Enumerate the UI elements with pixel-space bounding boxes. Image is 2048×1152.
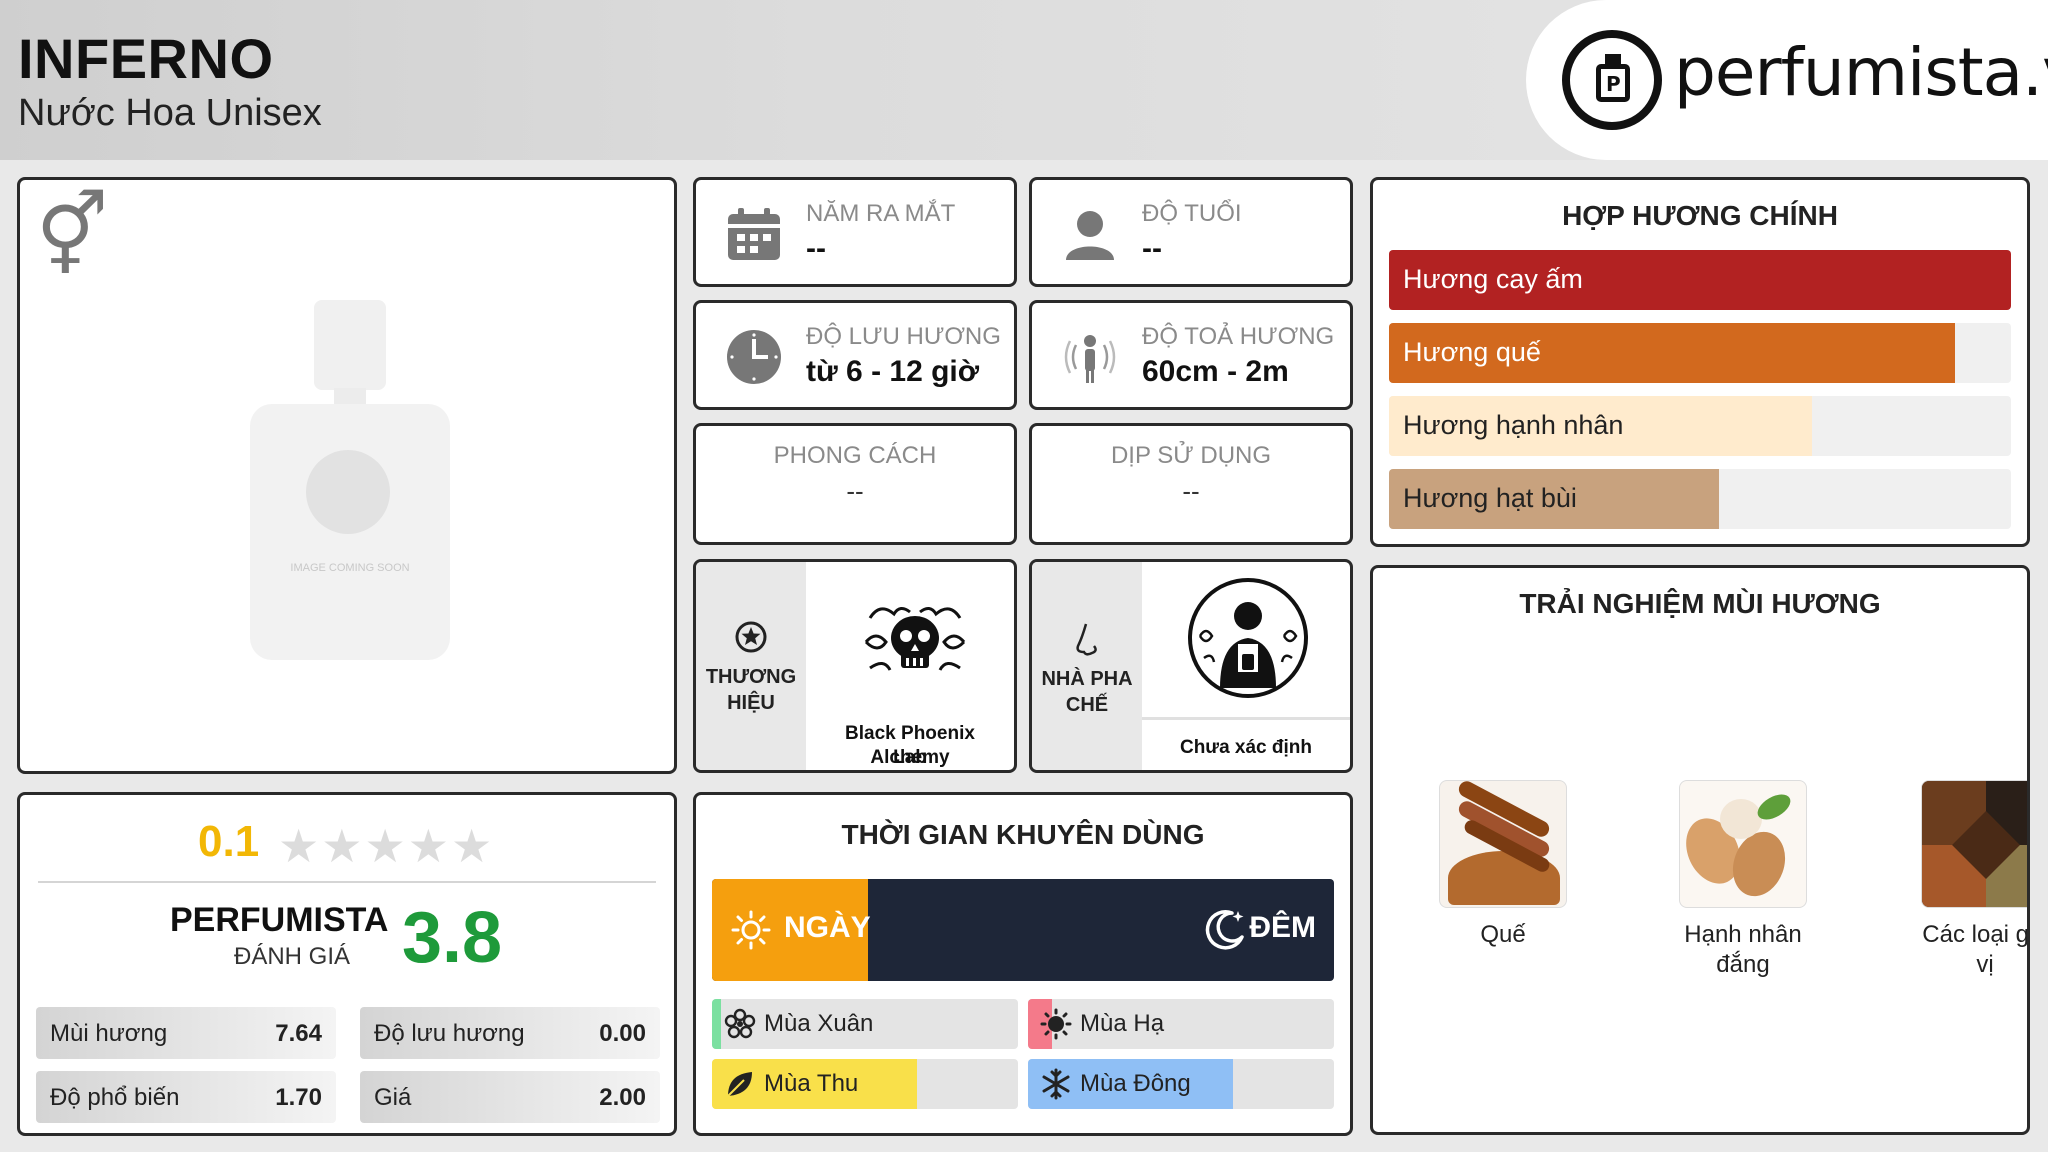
perfume-bottle-icon: P [1562, 30, 1662, 130]
user-rating-score: 0.1 [198, 817, 260, 866]
product-image-panel: ⚥ IMAGE COMING SOON [17, 177, 677, 774]
age-label: ĐỘ TUỔI [1142, 200, 1242, 227]
sillage-card: ĐỘ TOẢ HƯƠNG 60cm - 2m [1029, 300, 1353, 410]
perfumer-label-line2: CHẾ [1065, 694, 1109, 716]
accord-label: Hương hạt bùi [1403, 483, 1577, 513]
metric-popularity: Độ phổ biến 1.70 [36, 1071, 336, 1123]
rating-panel: 0.1 ★★★★★ PERFUMISTA ĐÁNH GIÁ 3.8 Mùi hư… [17, 792, 677, 1136]
accord-item[interactable]: Hương hạt bùi [1389, 469, 2011, 529]
age-value: -- [1142, 232, 1162, 265]
perfumista-score: 3.8 [402, 898, 503, 978]
perfume-subtitle: Nước Hoa Unisex [18, 92, 322, 134]
perfumer-avatar-icon [1188, 578, 1308, 698]
star-rating-icons[interactable]: ★★★★★ [278, 819, 494, 873]
perfumer-card[interactable]: NHÀ PHA CHẾ Chưa xác định [1029, 559, 1353, 773]
accord-item[interactable]: Hương hạnh nhân [1389, 396, 2011, 456]
product-image-placeholder: IMAGE COMING SOON [250, 300, 450, 660]
accord-item[interactable]: Hương quế [1389, 323, 2011, 383]
recommended-time-panel: THỜI GIAN KHUYÊN DÙNG NGÀY ĐÊM Mùa Xuân … [693, 792, 1353, 1136]
sillage-value: 60cm - 2m [1142, 355, 1289, 388]
occasion-value: -- [1182, 476, 1200, 506]
perfumer-label-line1: NHÀ PHA [1041, 668, 1133, 690]
note-spices-label-line1: Các loại gia [1922, 921, 2030, 948]
brand-logo[interactable]: P perfumista.vn [1526, 0, 2048, 160]
note-bitter-almond[interactable]: Hạnh nhân đắng [1643, 780, 1843, 980]
metric-price: Giá 2.00 [360, 1071, 660, 1123]
spices-image [1921, 780, 2027, 908]
scent-experience-panel: TRẢI NGHIỆM MÙI HƯƠNG Quế Hạnh nhân đắng [1370, 565, 2030, 1135]
perfume-title: INFERNO [18, 27, 274, 90]
release-year-card: NĂM RA MẮT -- [693, 177, 1017, 287]
release-year-label: NĂM RA MẮT [806, 200, 956, 227]
star-badge-icon [735, 621, 767, 653]
release-year-value: -- [806, 232, 826, 265]
style-card: PHONG CÁCH -- [693, 423, 1017, 545]
snowflake-icon [1042, 1068, 1070, 1100]
sillage-person-icon [1064, 335, 1116, 383]
note-cinnamon[interactable]: Quế [1403, 780, 1603, 950]
night-label: ĐÊM [1249, 911, 1316, 944]
day-label: NGÀY [784, 911, 871, 944]
season-summer: Mùa Hạ [1028, 999, 1334, 1049]
metric-longevity: Độ lưu hương 0.00 [360, 1007, 660, 1059]
accord-label: Hương hạnh nhân [1403, 410, 1624, 440]
note-spices[interactable]: Các loại gia vị [1885, 780, 2030, 980]
header: INFERNO Nước Hoa Unisex P perfumista.vn [0, 0, 2048, 160]
experience-title: TRẢI NGHIỆM MÙI HƯƠNG [1519, 588, 1881, 619]
longevity-card: ĐỘ LƯU HƯƠNG từ 6 - 12 giờ [693, 300, 1017, 410]
season-spring: Mùa Xuân [712, 999, 1018, 1049]
accord-item[interactable]: Hương cay ấm [1389, 250, 2011, 310]
perfumista-rating-title: PERFUMISTA [170, 901, 389, 939]
sun-icon [1040, 1008, 1072, 1040]
moon-icon [1205, 910, 1244, 950]
occasion-label: DỊP SỬ DỤNG [1110, 442, 1272, 469]
longevity-label: ĐỘ LƯU HƯƠNG [806, 323, 1001, 350]
skull-logo-icon [864, 607, 966, 671]
time-title: THỜI GIAN KHUYÊN DÙNG [841, 819, 1205, 850]
brand-name-line2: Lab [893, 747, 927, 768]
leaf-icon [727, 1072, 752, 1097]
style-label: PHONG CÁCH [773, 442, 937, 469]
cinnamon-image [1439, 780, 1567, 908]
note-almond-label-line2: đắng [1716, 951, 1770, 978]
perfumista-rating-subtitle: ĐÁNH GIÁ [234, 943, 351, 970]
unisex-gender-icon: ⚥ [36, 189, 109, 282]
sillage-label: ĐỘ TOẢ HƯƠNG [1142, 323, 1335, 350]
brand-label-line1: THƯƠNG [705, 666, 797, 688]
bird-logo-icon [306, 450, 390, 534]
season-winter: Mùa Đông [1028, 1059, 1334, 1109]
metric-scent: Mùi hương 7.64 [36, 1007, 336, 1059]
accord-label: Hương quế [1403, 337, 1541, 367]
calendar-icon [728, 208, 780, 260]
brand-name: perfumista.vn [1674, 34, 2048, 111]
occasion-card: DỊP SỬ DỤNG -- [1029, 423, 1353, 545]
brand-label-line2: HIỆU [727, 692, 775, 714]
clock-icon [727, 330, 781, 384]
accord-label: Hương cay ấm [1403, 264, 1583, 294]
almond-image [1679, 780, 1807, 908]
flower-icon [724, 1008, 756, 1039]
note-almond-label-line1: Hạnh nhân [1684, 921, 1802, 948]
day-night-bar: NGÀY ĐÊM [712, 879, 1334, 981]
age-card: ĐỘ TUỔI -- [1029, 177, 1353, 287]
sun-icon [731, 910, 771, 950]
note-cinnamon-label: Quế [1480, 921, 1526, 948]
brand-card[interactable]: THƯƠNG HIỆU Black Phoenix Alchemy Lab [693, 559, 1017, 773]
perfumer-name: Chưa xác định [1179, 737, 1312, 758]
style-value: -- [846, 476, 864, 506]
image-coming-soon-label: IMAGE COMING SOON [290, 562, 410, 574]
user-icon [1066, 211, 1114, 260]
main-accords-panel: HỢP HƯƠNG CHÍNH Hương cay ấm Hương quế Hươ… [1370, 177, 2030, 547]
accords-title: HỢP HƯƠNG CHÍNH [1562, 200, 1838, 231]
nose-icon [1076, 623, 1097, 656]
longevity-value: từ 6 - 12 giờ [806, 355, 980, 388]
note-spices-label-line2: vị [1976, 951, 1994, 978]
season-autumn: Mùa Thu [712, 1059, 1018, 1109]
